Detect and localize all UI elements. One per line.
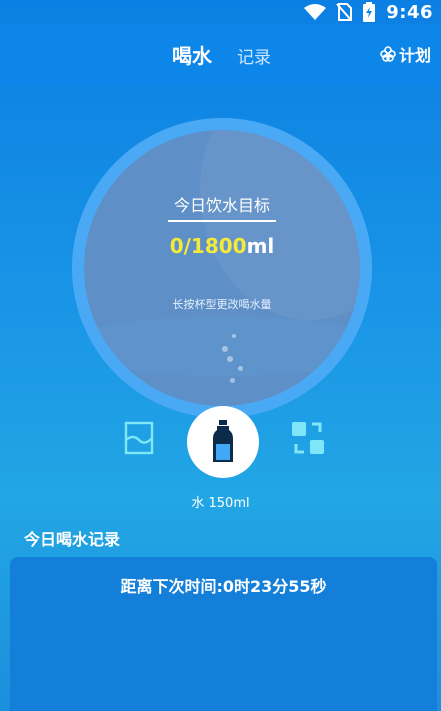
- goal-separator: /: [183, 234, 191, 258]
- goal-hint: 长按杯型更改喝水量: [172, 298, 272, 311]
- glass-cup-icon[interactable]: [122, 420, 158, 456]
- bubble: [227, 356, 233, 362]
- water-goal-circle: 今日饮水目标 0/1800ml 长按杯型更改喝水量: [72, 118, 372, 418]
- battery-charging-icon: [363, 2, 376, 22]
- selected-cup-button[interactable]: [187, 406, 259, 478]
- water-bottle-icon: [213, 420, 233, 462]
- goal-divider: [168, 220, 276, 222]
- plan-label: 计划: [398, 46, 431, 65]
- goal-current: 0: [169, 234, 184, 258]
- flower-icon: [380, 46, 396, 62]
- bubble: [238, 366, 243, 371]
- water-bowl: 今日饮水目标 0/1800ml 长按杯型更改喝水量: [84, 130, 360, 406]
- next-drink-countdown: 距离下次时间:0时23分55秒: [120, 577, 327, 596]
- goal-amount: 0/1800ml: [84, 234, 360, 258]
- bubble: [230, 378, 235, 383]
- tab-drink-water[interactable]: 喝水: [172, 40, 212, 69]
- goal-unit: ml: [246, 234, 275, 258]
- tab-record[interactable]: 记录: [237, 43, 271, 68]
- bubble: [232, 334, 236, 338]
- bubble: [222, 346, 228, 352]
- goal-title: 今日饮水目标: [173, 196, 270, 215]
- records-card: 距离下次时间:0时23分55秒: [10, 557, 437, 711]
- cup-selector: [0, 406, 441, 482]
- clock-time: 9:46: [386, 1, 433, 23]
- top-header: 喝水 记录 计划: [0, 24, 441, 86]
- status-bar: 9:46: [0, 0, 441, 24]
- no-sim-icon: [336, 3, 353, 21]
- gloss-highlight: [200, 130, 360, 320]
- plan-button[interactable]: 计划: [380, 42, 431, 66]
- records-title: 今日喝水记录: [24, 530, 121, 549]
- cup-label: 水 150ml: [191, 496, 250, 511]
- goal-target: 1800: [190, 234, 247, 258]
- wifi-icon: [304, 4, 327, 20]
- switch-cup-icon[interactable]: [290, 420, 326, 456]
